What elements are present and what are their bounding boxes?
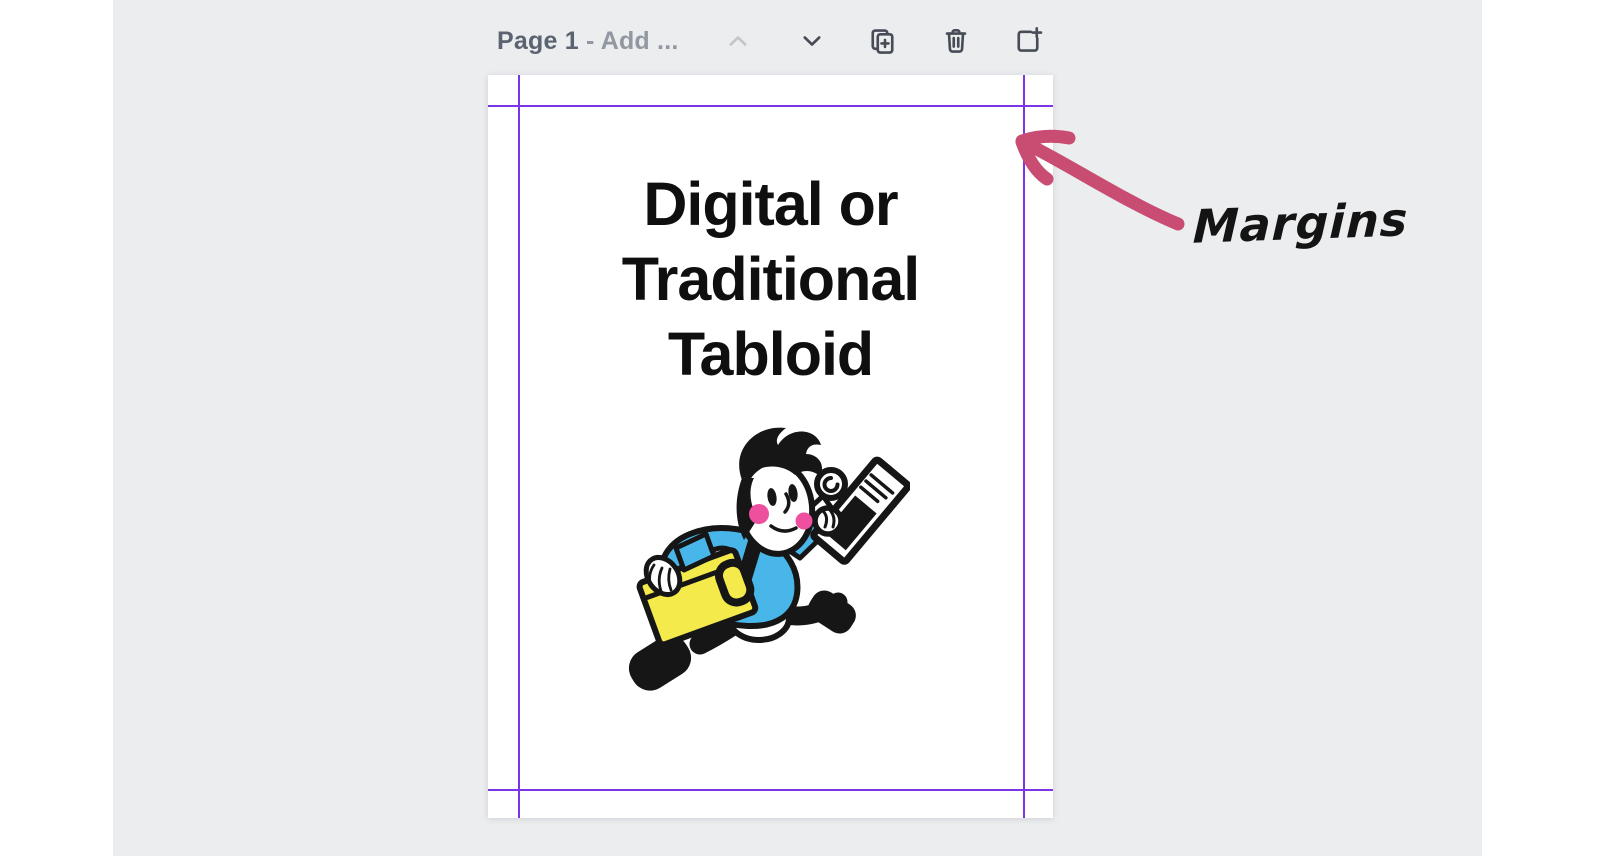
duplicate-page-button[interactable] xyxy=(862,21,902,61)
left-cheek xyxy=(749,504,769,524)
right-editor-panel xyxy=(1482,0,1600,856)
page-number-label: Page 1 xyxy=(497,27,579,55)
margin-guide-top xyxy=(488,105,1053,107)
chevron-down-icon xyxy=(803,36,821,46)
heading-line-2: Traditional xyxy=(621,245,920,313)
delete-page-button[interactable] xyxy=(936,21,976,61)
move-page-up-button[interactable] xyxy=(718,21,758,61)
chevron-up-icon xyxy=(729,36,747,46)
page-title-input[interactable]: Page 1 - Add ... xyxy=(497,26,678,56)
front-shoe xyxy=(808,590,856,634)
margin-guide-bottom xyxy=(488,789,1053,791)
add-page-icon xyxy=(1017,26,1043,52)
trash-icon xyxy=(945,28,967,53)
add-page-button[interactable] xyxy=(1008,21,1048,61)
design-page-canvas[interactable]: Digital or Traditional Tabloid xyxy=(488,75,1053,818)
margins-annotation-label: Margins xyxy=(1192,192,1410,254)
page-title-placeholder: - Add ... xyxy=(578,27,679,55)
heading-line-1: Digital or xyxy=(643,170,898,238)
page-heading-text[interactable]: Digital or Traditional Tabloid xyxy=(503,167,1038,392)
right-cheek xyxy=(795,512,813,530)
left-editor-panel xyxy=(0,0,113,856)
paperboy-illustration[interactable] xyxy=(618,418,910,693)
move-page-down-button[interactable] xyxy=(792,21,832,61)
heading-line-3: Tabloid xyxy=(667,320,874,388)
duplicate-page-icon xyxy=(871,29,894,54)
